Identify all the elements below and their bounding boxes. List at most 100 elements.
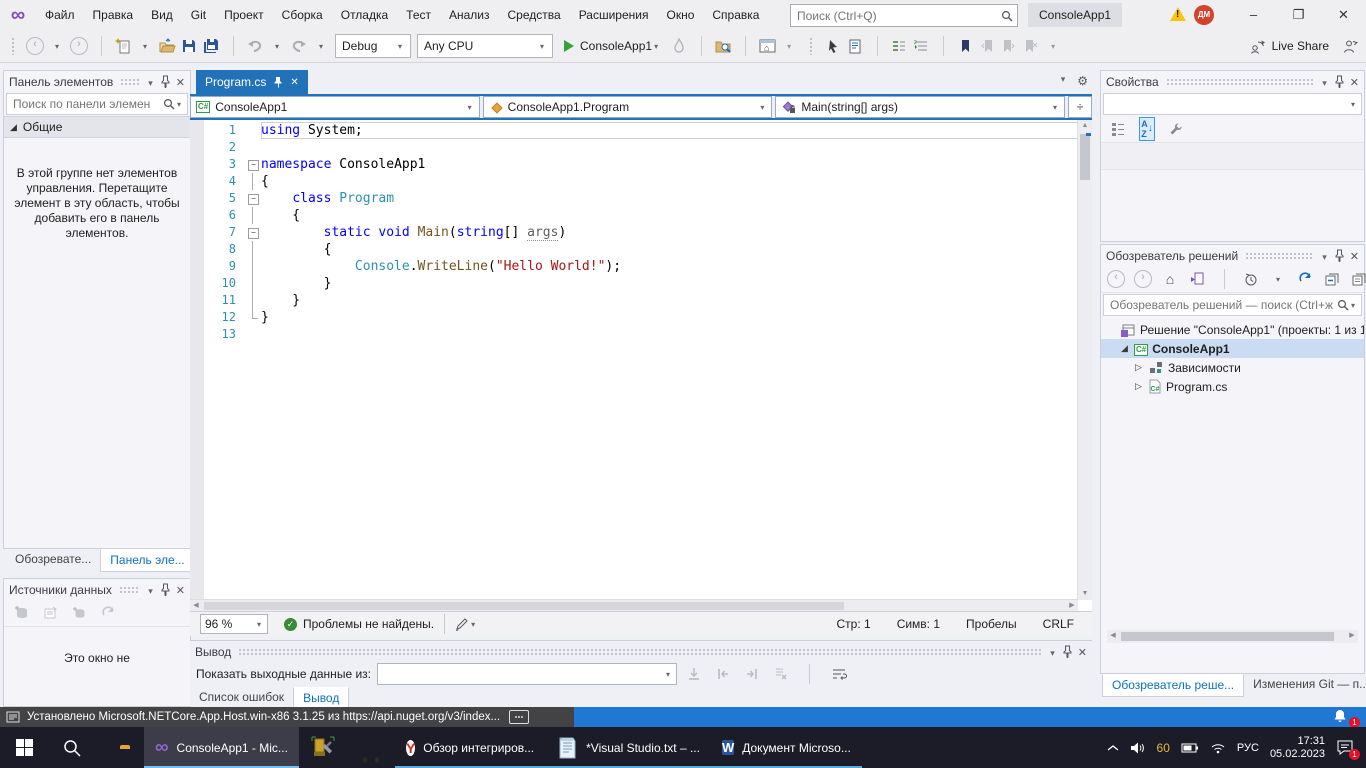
menu-git[interactable]: Git: [182, 0, 215, 30]
taskbar-cheat-engine[interactable]: [299, 727, 347, 768]
refresh-gray-icon[interactable]: [98, 601, 118, 625]
vertical-scrollbar[interactable]: ▲ ▼: [1077, 120, 1092, 600]
save-icon[interactable]: [179, 34, 199, 58]
close-icon[interactable]: ✕: [290, 77, 298, 88]
code-text[interactable]: }: [261, 309, 1078, 326]
tab-список-ошибок[interactable]: Список ошибок: [190, 687, 293, 708]
pin-icon[interactable]: [1062, 645, 1073, 658]
menu-отладка[interactable]: Отладка: [332, 0, 397, 30]
fold-margin[interactable]: [245, 173, 261, 190]
menu-файл[interactable]: Файл: [36, 0, 84, 30]
taskbar-search[interactable]: [48, 727, 96, 768]
properties-header[interactable]: Свойства ▾✕: [1101, 71, 1364, 92]
hot-reload-icon[interactable]: [669, 34, 689, 58]
code-cleanup-icon[interactable]: [455, 617, 469, 631]
code-line-11[interactable]: 11 }: [190, 292, 1078, 309]
fold-margin[interactable]: [245, 326, 261, 343]
code-text[interactable]: namespace ConsoleApp1: [261, 156, 1078, 173]
close-icon[interactable]: ✕: [176, 75, 185, 89]
code-text[interactable]: using System;: [261, 122, 1078, 139]
code-text[interactable]: [261, 326, 1078, 343]
solution-search-input[interactable]: [1108, 297, 1337, 313]
fold-margin[interactable]: −: [245, 156, 261, 173]
fold-margin[interactable]: [245, 275, 261, 292]
close-icon[interactable]: ✕: [1078, 645, 1087, 659]
collapse-all-icon[interactable]: [1322, 267, 1342, 291]
code-line-2[interactable]: 2: [190, 139, 1078, 156]
goto-msg-icon[interactable]: [684, 662, 704, 686]
code-line-1[interactable]: 1using System;: [190, 122, 1078, 139]
close-icon[interactable]: ✕: [1350, 249, 1359, 263]
tree-item--consoleapp1-1-1-[interactable]: Решение "ConsoleApp1" (проекты: 1 из 1): [1101, 320, 1364, 339]
horizontal-scrollbar[interactable]: ◀ ▶: [1107, 630, 1358, 643]
tab-обозреватель-реше-[interactable]: Обозреватель реше...: [1102, 674, 1244, 697]
redo-icon[interactable]: [289, 34, 309, 58]
taskbar-isaac[interactable]: [347, 727, 395, 768]
code-line-10[interactable]: 10 }: [190, 275, 1078, 292]
drag-handle[interactable]: [120, 78, 139, 85]
nav-forward-icon[interactable]: ›: [1133, 267, 1153, 291]
az-sort-icon[interactable]: AZ↓: [1137, 117, 1157, 141]
pointer-icon[interactable]: [823, 34, 843, 58]
bookmark-prev-icon[interactable]: [977, 34, 997, 58]
copy-docs-icon[interactable]: [1349, 267, 1366, 291]
split-editor-button[interactable]: ÷: [1068, 96, 1092, 118]
battery-icon[interactable]: [1181, 742, 1199, 754]
code-text[interactable]: }: [261, 275, 1078, 292]
battery-percent[interactable]: 60: [1157, 741, 1170, 755]
msg-next-icon[interactable]: [742, 662, 762, 686]
fold-margin[interactable]: [245, 122, 261, 139]
nav-type-select[interactable]: ConsoleApp1.Program▾: [483, 96, 773, 118]
problems-status[interactable]: Проблемы не найдены.: [303, 617, 434, 631]
db-new-icon[interactable]: [69, 601, 89, 625]
volume-icon[interactable]: [1130, 741, 1146, 755]
output-source-select[interactable]: ▾: [377, 663, 677, 685]
menu-проект[interactable]: Проект: [215, 0, 273, 30]
code-line-9[interactable]: 9 Console.WriteLine("Hello World!");: [190, 258, 1078, 275]
nav-project-select[interactable]: C# ConsoleApp1▾: [190, 96, 480, 118]
code-text[interactable]: {: [261, 173, 1078, 190]
fold-margin[interactable]: [245, 241, 261, 258]
fold-margin[interactable]: [245, 139, 261, 156]
platform-select[interactable]: Any CPU▾: [417, 34, 553, 58]
quick-search-box[interactable]: [790, 4, 1018, 27]
bookmark-icon[interactable]: [955, 34, 975, 58]
clock[interactable]: 17:31 05.02.2023: [1270, 735, 1325, 761]
taskbar-word[interactable]: WДокумент Microso...: [711, 727, 862, 768]
pin-icon[interactable]: [160, 75, 171, 88]
code-text[interactable]: {: [261, 241, 1078, 258]
code-text[interactable]: }: [261, 292, 1078, 309]
open-folder-icon[interactable]: [157, 34, 177, 58]
chevron-down-icon[interactable]: ▾: [1320, 75, 1329, 89]
pending-clock-icon[interactable]: [1241, 267, 1261, 291]
code-line-13[interactable]: 13: [190, 326, 1078, 343]
tree-item-consoleapp1[interactable]: ◢C#ConsoleApp1: [1101, 339, 1364, 358]
menu-тест[interactable]: Тест: [397, 0, 440, 30]
live-share-label[interactable]: Live Share: [1272, 39, 1329, 53]
toast-options-icon[interactable]: [509, 710, 529, 724]
code-line-6[interactable]: 6 {: [190, 207, 1078, 224]
chevron-down-icon[interactable]: ▾: [146, 75, 155, 89]
configuration-select[interactable]: Debug▾: [335, 34, 411, 58]
chevron-down-icon[interactable]: ▾: [146, 583, 155, 597]
pin-icon[interactable]: [160, 583, 171, 596]
save-all-icon[interactable]: [201, 34, 221, 58]
menu-средства[interactable]: Средства: [499, 0, 570, 30]
drag-handle[interactable]: [1245, 252, 1313, 259]
toolbox-search-box[interactable]: ▾: [6, 93, 188, 115]
close-button[interactable]: ✕: [1321, 0, 1366, 30]
home-icon[interactable]: ⌂: [1160, 267, 1180, 291]
close-icon[interactable]: ✕: [1350, 75, 1359, 89]
search-input[interactable]: [795, 8, 1001, 24]
fold-margin[interactable]: −: [245, 224, 261, 241]
undo-icon[interactable]: [245, 34, 265, 58]
code-line-12[interactable]: 12}: [190, 309, 1078, 326]
tab-панель-эле-[interactable]: Панель эле...: [100, 549, 194, 572]
live-share-icon[interactable]: [1249, 39, 1267, 54]
menu-вид[interactable]: Вид: [142, 0, 182, 30]
code-text[interactable]: {: [261, 207, 1078, 224]
network-icon[interactable]: [1210, 742, 1226, 754]
gear-icon[interactable]: ⚙: [1077, 74, 1088, 88]
nav-member-select[interactable]: Main(string[] args)▾: [775, 96, 1065, 118]
solution-explorer-header[interactable]: Обозреватель решений ▾✕: [1101, 245, 1364, 266]
